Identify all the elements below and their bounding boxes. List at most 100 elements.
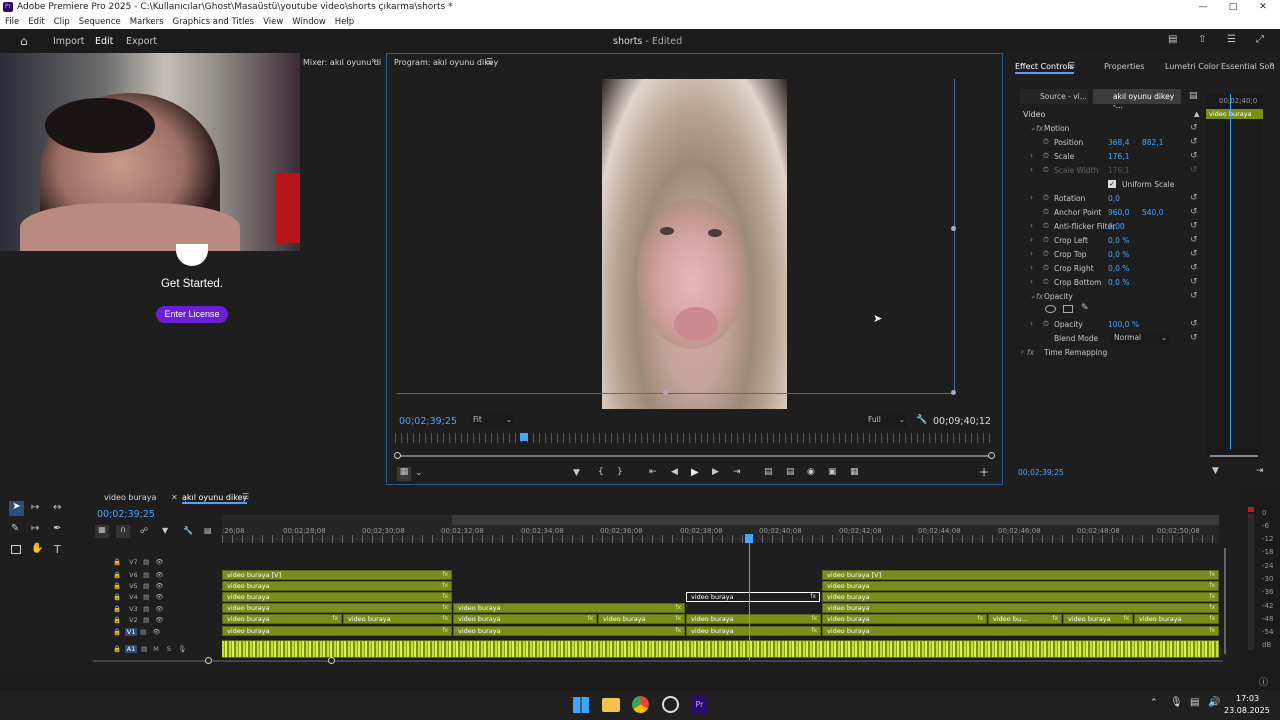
zoom-handle-right[interactable] — [328, 657, 335, 664]
property-crop-top[interactable]: › ⏱ Crop Top 0,0 % — [1025, 248, 1205, 262]
enter-license-button[interactable]: Enter License — [156, 306, 228, 323]
anchor-y-value[interactable]: 540,0 — [1142, 208, 1163, 217]
chrome-icon[interactable] — [632, 696, 649, 713]
wrench-icon[interactable]: 🔧 — [183, 526, 193, 535]
rotation-value[interactable]: 0,0 — [1108, 194, 1120, 203]
linked-selection-icon[interactable]: ☍ — [140, 526, 148, 535]
opacity-value[interactable]: 100,0 % — [1108, 320, 1139, 329]
track-header-v7[interactable]: 🔒 V7 ▤ 👁 — [95, 556, 219, 567]
premiere-taskbar-icon[interactable]: Pr — [691, 696, 708, 713]
eye-icon[interactable]: 👁 — [155, 605, 163, 613]
position-y-value[interactable]: 882,1 — [1142, 138, 1163, 147]
ripple-edit-icon[interactable]: ↔ — [53, 502, 61, 513]
track-header-v4[interactable]: 🔒 V4 ▤ 👁 — [95, 591, 219, 602]
chevron-right-icon[interactable]: › — [1030, 277, 1033, 286]
extract-icon[interactable]: ▤ — [786, 467, 795, 477]
lock-icon[interactable]: 🔒 — [113, 645, 121, 653]
blend-mode-select[interactable]: Normal ⌄ — [1110, 333, 1170, 344]
track-header-v5[interactable]: 🔒 V5 ▤ 👁 — [95, 580, 219, 591]
tab-edit[interactable]: Edit — [95, 36, 113, 47]
reset-icon[interactable]: ↺ — [1190, 137, 1198, 147]
timeline-clip[interactable]: video buraya fx — [822, 592, 1219, 602]
timeline-clip[interactable]: video buraya fx — [343, 614, 452, 624]
timeline-clip-selected[interactable]: video buraya fx — [686, 592, 820, 602]
sequence-clip-tab[interactable]: akıl oyunu dikey -... — [1093, 89, 1181, 110]
timeline-clip[interactable]: video buraya fx — [1063, 614, 1133, 624]
close-button[interactable]: ✕ — [1248, 0, 1278, 14]
timeline-clip[interactable]: video buraya [V] fx — [222, 570, 452, 580]
timeline-clip[interactable]: video buraya [V] fx — [822, 570, 1219, 580]
stopwatch-icon[interactable]: ⏱ — [1043, 137, 1049, 147]
monitor-playhead[interactable] — [520, 433, 528, 441]
selection-tool-icon[interactable]: ➤ — [9, 501, 24, 516]
timeline-clip[interactable]: video buraya fx — [453, 603, 685, 613]
eye-icon[interactable]: 👁 — [155, 558, 163, 566]
file-explorer-icon[interactable] — [602, 698, 620, 712]
tray-chevron-icon[interactable]: ⌃ — [1150, 698, 1158, 708]
obs-icon[interactable] — [662, 696, 679, 713]
timeline-clip[interactable]: video buraya fx — [686, 626, 821, 636]
mark-in-icon[interactable]: { — [598, 467, 604, 477]
reset-icon[interactable]: ↺ — [1190, 249, 1198, 259]
filter-icon[interactable]: ▼ — [1212, 466, 1219, 476]
menu-clip[interactable]: Clip — [54, 17, 70, 27]
eye-icon[interactable]: 👁 — [152, 628, 160, 636]
property-rotation[interactable]: › ⏱ Rotation 0,0 — [1025, 192, 1205, 206]
menu-markers[interactable]: Markers — [130, 17, 164, 27]
collapse-up-icon[interactable]: ▲ — [1194, 110, 1199, 118]
program-timecode[interactable]: 00;02;39;25 — [399, 416, 457, 427]
uniform-scale-checkbox[interactable]: ✓ — [1108, 180, 1116, 188]
chevron-right-icon[interactable]: › — [1030, 249, 1033, 258]
menu-window[interactable]: Window — [292, 17, 326, 27]
zoom-handle-left[interactable] — [205, 657, 212, 664]
timeline-clip[interactable]: video buraya fx — [222, 603, 452, 613]
reset-icon[interactable]: ↺ — [1190, 193, 1198, 203]
chevron-right-icon[interactable]: › — [1030, 263, 1033, 272]
share-icon[interactable]: ⇧ — [1198, 34, 1206, 45]
captions-icon[interactable]: ▤ — [204, 526, 212, 535]
timeline-playhead-head[interactable] — [745, 534, 753, 543]
go-to-in-icon[interactable]: ⇤ — [649, 467, 657, 477]
chevron-right-icon[interactable]: › — [1030, 151, 1033, 160]
tab-effect-controls[interactable]: Effect Controls — [1015, 62, 1074, 74]
menu-view[interactable]: View — [263, 17, 283, 27]
track-header-v6[interactable]: 🔒 V6 ▤ 👁 — [95, 569, 219, 580]
vertical-scrollbar[interactable] — [1224, 548, 1226, 654]
timeline-clip[interactable]: video buraya fx — [686, 614, 821, 624]
sync-icon[interactable]: ▤ — [143, 571, 149, 579]
effect-footer-timecode[interactable]: 00;02;39;25 — [1018, 468, 1064, 477]
close-icon[interactable]: ✕ — [171, 493, 178, 502]
play-button-icon[interactable]: ▶ — [691, 467, 699, 478]
sync-icon[interactable]: ▤ — [141, 645, 147, 653]
export-icon[interactable]: ⇥ — [1256, 466, 1264, 476]
reset-icon[interactable]: ↺ — [1190, 291, 1198, 301]
menu-sequence[interactable]: Sequence — [79, 17, 121, 27]
tab-essential-sound[interactable]: Essential Sou — [1221, 62, 1274, 71]
timeline-clip[interactable]: video buraya fx — [822, 581, 1219, 591]
crop-left-value[interactable]: 0,0 % — [1108, 236, 1129, 245]
export-frame-icon[interactable]: ◉ — [807, 467, 815, 477]
workspace-icon[interactable]: ☰ — [1227, 34, 1236, 45]
crop-right-value[interactable]: 0,0 % — [1108, 264, 1129, 273]
panel-menu-icon[interactable]: ☰ — [242, 492, 249, 501]
add-marker-icon[interactable]: ▼ — [162, 526, 168, 535]
button-editor-plus-icon[interactable]: + — [979, 465, 989, 479]
pen-mask-icon[interactable]: ✎ — [1081, 303, 1089, 313]
property-opacity[interactable]: › ⏱ Opacity 100,0 % — [1025, 318, 1205, 332]
home-icon[interactable]: ⌂ — [20, 34, 28, 48]
property-crop-right[interactable]: › ⏱ Crop Right 0,0 % — [1025, 262, 1205, 276]
timeline-clip[interactable]: video buraya fx — [222, 592, 452, 602]
pen-tool-icon[interactable]: ✒ — [53, 523, 61, 534]
nest-toggle-icon[interactable]: ▦ — [95, 525, 109, 538]
timeline-clip[interactable]: video bu... fx — [988, 614, 1062, 624]
property-position[interactable]: ⏱ Position 368,4 882,1 — [1025, 136, 1205, 150]
reset-icon[interactable]: ↺ — [1190, 207, 1198, 217]
crop-top-value[interactable]: 0,0 % — [1108, 250, 1129, 259]
quality-select[interactable]: Full ⌄ — [865, 415, 907, 427]
tab-export[interactable]: Export — [126, 36, 157, 47]
crop-bottom-value[interactable]: 0,0 % — [1108, 278, 1129, 287]
track-select-icon[interactable]: ↦ — [31, 502, 39, 513]
anti-flicker-value[interactable]: 0,00 — [1108, 222, 1125, 231]
rectangle-tool-icon[interactable] — [11, 545, 21, 554]
panel-more-icon[interactable]: » — [1269, 60, 1275, 70]
